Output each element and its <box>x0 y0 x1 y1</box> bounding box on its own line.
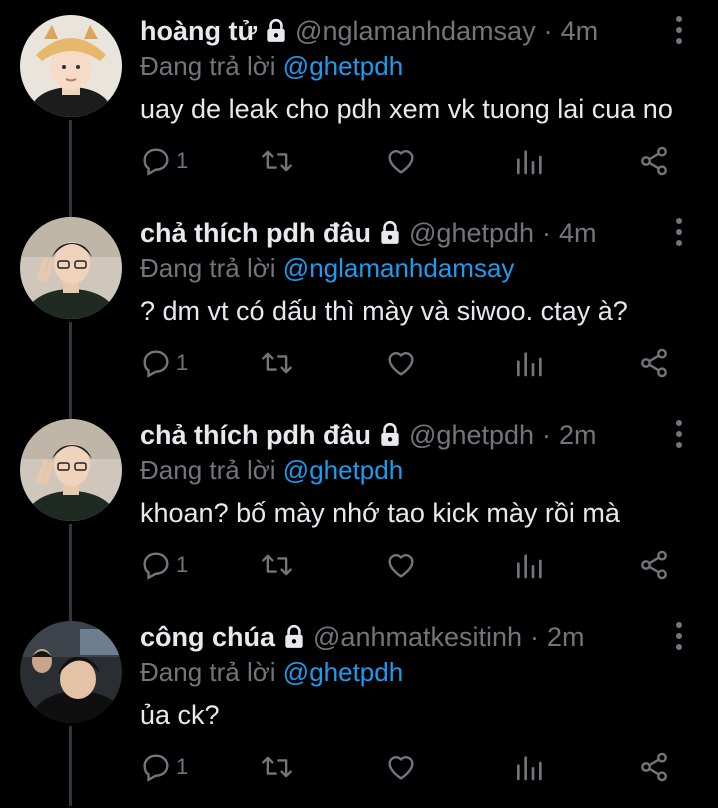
avatar[interactable] <box>20 217 122 319</box>
reply-button[interactable]: 1 <box>140 751 188 783</box>
display-name[interactable]: hoàng tử <box>140 16 257 47</box>
reply-count: 1 <box>176 148 189 173</box>
timestamp[interactable]: 4m <box>559 218 597 249</box>
separator: · <box>530 621 540 652</box>
lock-icon <box>263 18 289 44</box>
retweet-icon <box>260 347 294 379</box>
more-icon[interactable] <box>674 16 684 46</box>
action-bar: 1 <box>140 751 678 787</box>
replying-to: Đang trả lời @ghetpdh <box>140 657 403 688</box>
avatar[interactable] <box>20 15 122 117</box>
analytics-icon <box>513 347 545 379</box>
replying-to: Đang trả lời @nglamanhdamsay <box>140 253 514 284</box>
like-icon <box>385 347 417 379</box>
like-icon <box>385 145 417 177</box>
reply-button[interactable]: 1 <box>140 549 188 581</box>
like-icon <box>385 751 417 783</box>
timestamp[interactable]: 2m <box>547 622 585 653</box>
avatar[interactable] <box>20 419 122 521</box>
like-icon <box>385 549 417 581</box>
timestamp[interactable]: 2m <box>559 420 597 451</box>
display-name[interactable]: chả thích pdh đâu <box>140 420 371 451</box>
analytics-icon <box>513 751 545 783</box>
timestamp[interactable]: 4m <box>561 16 599 47</box>
share-icon <box>638 145 670 177</box>
analytics-icon <box>513 145 545 177</box>
separator: · <box>543 15 553 46</box>
reply-icon <box>140 751 172 783</box>
reply-button[interactable]: 1 <box>140 347 188 379</box>
tweet-text: khoan? bố mày nhớ tao kick mày rồi mà <box>140 498 620 528</box>
action-bar: 1 <box>140 549 678 585</box>
mention-link[interactable]: @ghetpdh <box>283 455 403 485</box>
retweet-button[interactable] <box>260 145 294 177</box>
like-button[interactable] <box>385 145 417 177</box>
replying-to: Đang trả lời @ghetpdh <box>140 455 403 486</box>
lock-icon <box>281 624 307 650</box>
tweet-text: ? dm vt có dấu thì mày và siwoo. ctay à? <box>140 296 628 326</box>
retweet-icon <box>260 145 294 177</box>
reply-icon <box>140 347 172 379</box>
like-button[interactable] <box>385 347 417 379</box>
share-icon <box>638 549 670 581</box>
share-button[interactable] <box>638 549 670 581</box>
analytics-button[interactable] <box>513 347 545 379</box>
analytics-icon <box>513 549 545 581</box>
retweet-icon <box>260 751 294 783</box>
mention-link[interactable]: @ghetpdh <box>283 51 403 81</box>
analytics-button[interactable] <box>513 145 545 177</box>
mention-link[interactable]: @nglamanhdamsay <box>283 253 515 283</box>
tweet[interactable]: công chúa @anhmatkesitinh · 2m Đang trả … <box>0 606 718 808</box>
retweet-button[interactable] <box>260 751 294 783</box>
replying-to-label: Đang trả lời <box>140 455 276 485</box>
tweet-text: uay de leak cho pdh xem vk tuong lai cua… <box>140 94 673 124</box>
action-bar: 1 <box>140 347 678 383</box>
reply-count: 1 <box>176 350 189 375</box>
analytics-button[interactable] <box>513 751 545 783</box>
share-icon <box>638 751 670 783</box>
lock-icon <box>377 422 403 448</box>
reply-count: 1 <box>176 552 189 577</box>
more-icon[interactable] <box>674 420 684 450</box>
like-button[interactable] <box>385 751 417 783</box>
separator: · <box>542 217 552 248</box>
user-handle[interactable]: @ghetpdh <box>409 420 534 451</box>
retweet-button[interactable] <box>260 549 294 581</box>
tweet-text: ủa ck? <box>140 700 220 730</box>
reply-button[interactable]: 1 <box>140 145 188 177</box>
analytics-button[interactable] <box>513 549 545 581</box>
replying-to-label: Đang trả lời <box>140 51 276 81</box>
tweet[interactable]: chả thích pdh đâu @ghetpdh · 2m Đang trả… <box>0 404 718 606</box>
mention-link[interactable]: @ghetpdh <box>283 657 403 687</box>
replying-to-label: Đang trả lời <box>140 657 276 687</box>
tweet[interactable]: chả thích pdh đâu @ghetpdh · 4m Đang trả… <box>0 202 718 404</box>
replying-to: Đang trả lời @ghetpdh <box>140 51 403 82</box>
share-button[interactable] <box>638 751 670 783</box>
user-handle[interactable]: @ghetpdh <box>409 218 534 249</box>
display-name[interactable]: công chúa <box>140 622 275 653</box>
retweet-icon <box>260 549 294 581</box>
reply-count: 1 <box>176 754 189 779</box>
user-handle[interactable]: @nglamanhdamsay <box>295 16 536 47</box>
share-button[interactable] <box>638 145 670 177</box>
reply-icon <box>140 549 172 581</box>
display-name[interactable]: chả thích pdh đâu <box>140 218 371 249</box>
user-handle[interactable]: @anhmatkesitinh <box>313 622 522 653</box>
avatar[interactable] <box>20 621 122 723</box>
share-button[interactable] <box>638 347 670 379</box>
lock-icon <box>377 220 403 246</box>
like-button[interactable] <box>385 549 417 581</box>
replying-to-label: Đang trả lời <box>140 253 276 283</box>
separator: · <box>542 419 552 450</box>
share-icon <box>638 347 670 379</box>
reply-icon <box>140 145 172 177</box>
more-icon[interactable] <box>674 218 684 248</box>
action-bar: 1 <box>140 145 678 181</box>
more-icon[interactable] <box>674 622 684 652</box>
retweet-button[interactable] <box>260 347 294 379</box>
tweet[interactable]: hoàng tử @nglamanhdamsay · 4m Đang trả l… <box>0 0 718 202</box>
